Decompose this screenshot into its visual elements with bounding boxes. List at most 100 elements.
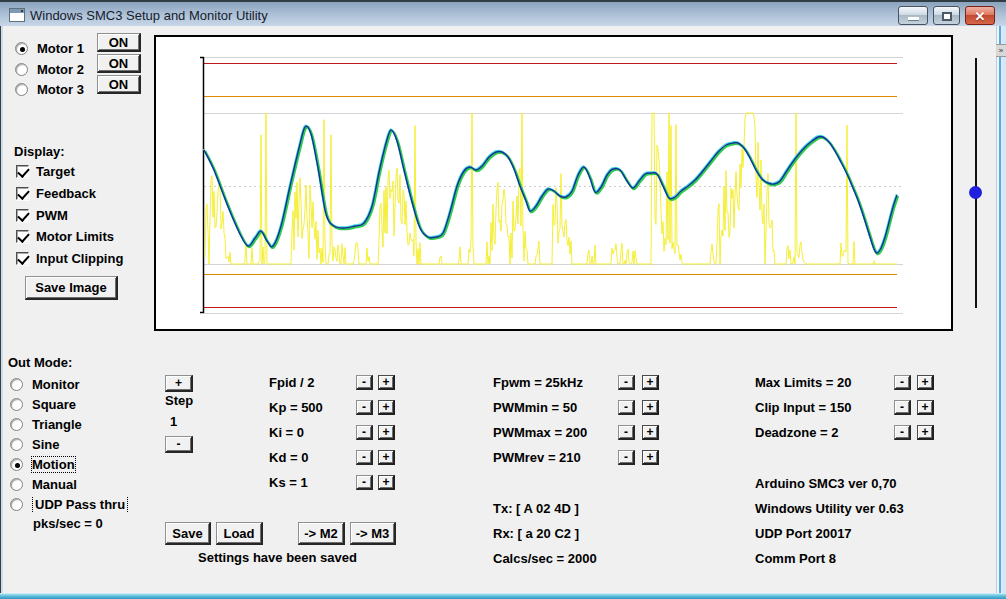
step-plus-button[interactable]: + [165,375,193,392]
pwmmax-plus-button[interactable]: + [642,425,659,440]
calcs-label: Calcs/sec = 2000 [493,552,597,566]
save-image-button[interactable]: Save Image [25,276,118,300]
motor-1-radio[interactable] [15,42,28,55]
window-border-right [996,26,1006,593]
ki-minus-button[interactable]: - [356,425,373,440]
sine-label: Sine [32,437,59,452]
pwmmin-minus-button[interactable]: - [618,400,635,415]
pks-per-sec-label: pks/sec = 0 [33,517,103,531]
pwmmax-label: PWMmax = 200 [493,426,587,440]
square-label: Square [32,397,76,412]
ki-label: Ki = 0 [269,426,304,440]
display-feedback-row[interactable]: Feedback [16,186,96,201]
fpid-label: Fpid / 2 [269,376,315,390]
maximize-icon [942,12,952,21]
feedback-checkbox[interactable] [16,187,29,200]
clip-input-minus-button[interactable]: - [894,400,911,415]
sine-radio[interactable] [10,438,23,451]
copy-to-m2-button[interactable]: -> M2 [298,522,345,545]
ks-minus-button[interactable]: - [356,475,373,490]
ks-plus-button[interactable]: + [378,475,395,490]
fpwm-plus-button[interactable]: + [642,375,659,390]
outmode-sine-row[interactable]: Sine [10,437,59,452]
motor-3-radio[interactable] [15,83,28,96]
max-limits-minus-button[interactable]: - [894,375,911,390]
outmode-udp-row[interactable]: UDP Pass thru [10,497,128,512]
display-section-label: Display: [14,145,65,159]
kp-minus-button[interactable]: - [356,400,373,415]
motor-2-radio[interactable] [15,63,28,76]
triangle-label: Triangle [32,417,82,432]
motor-limits-checkbox[interactable] [16,230,29,243]
outmode-motion-row[interactable]: Motion [10,457,75,472]
motor-3-on-button[interactable]: ON [97,75,141,94]
step-label: Step [165,394,193,408]
background-window-fragment: » [996,44,1006,57]
motor-1-radio-row[interactable]: Motor 1 [15,41,84,56]
trace-position-slider-track[interactable] [975,58,977,308]
display-pwm-row[interactable]: PWM [16,208,68,223]
trace-position-slider-thumb[interactable] [969,186,982,199]
square-radio[interactable] [10,398,23,411]
step-minus-button[interactable]: - [165,436,193,453]
pwmrev-plus-button[interactable]: + [642,450,659,465]
fpid-minus-button[interactable]: - [356,375,373,390]
monitor-radio[interactable] [10,378,23,391]
target-checkbox[interactable] [16,165,29,178]
ki-plus-button[interactable]: + [378,425,395,440]
motion-radio[interactable] [10,458,23,471]
close-icon: ✕ [966,8,994,25]
scope-traces [156,37,951,329]
pwmmin-plus-button[interactable]: + [642,400,659,415]
pwm-checkbox[interactable] [16,209,29,222]
fpwm-minus-button[interactable]: - [618,375,635,390]
minimize-button[interactable] [898,6,928,25]
fpid-plus-button[interactable]: + [378,375,395,390]
deadzone-plus-button[interactable]: + [917,425,934,440]
comm-port-label: Comm Port 8 [755,552,836,566]
deadzone-minus-button[interactable]: - [894,425,911,440]
motor-limits-checkbox-label: Motor Limits [36,229,114,244]
display-input-clipping-row[interactable]: Input Clipping [16,251,123,266]
udp-pass-thru-label: UDP Pass thru [32,497,128,512]
motor-2-radio-row[interactable]: Motor 2 [15,62,84,77]
kd-plus-button[interactable]: + [378,450,395,465]
clip-input-label: Clip Input = 150 [755,401,851,415]
windows-utility-version-label: Windows Utility ver 0.63 [755,502,904,516]
motor-1-label: Motor 1 [37,41,84,56]
minimize-icon [908,17,919,20]
close-button[interactable]: ✕ [965,6,995,25]
app-icon [9,8,25,22]
outmode-triangle-row[interactable]: Triangle [10,417,82,432]
motion-label: Motion [32,457,75,472]
copy-to-m3-button[interactable]: -> M3 [350,522,396,545]
pwmmin-label: PWMmin = 50 [493,401,577,415]
display-motor-limits-row[interactable]: Motor Limits [16,229,114,244]
kp-plus-button[interactable]: + [378,400,395,415]
triangle-radio[interactable] [10,418,23,431]
motor-2-on-button[interactable]: ON [97,54,141,73]
motor-3-radio-row[interactable]: Motor 3 [15,82,84,97]
pwmrev-minus-button[interactable]: - [618,450,635,465]
kd-minus-button[interactable]: - [356,450,373,465]
max-limits-plus-button[interactable]: + [917,375,934,390]
tx-label: Tx: [ A 02 4D ] [493,502,579,516]
outmode-manual-row[interactable]: Manual [10,477,77,492]
udp-pass-thru-radio[interactable] [10,498,23,511]
window-border-left-inner [1,26,3,593]
input-clipping-checkbox[interactable] [16,252,29,265]
clip-input-plus-button[interactable]: + [917,400,934,415]
pwmmax-minus-button[interactable]: - [618,425,635,440]
fpwm-label: Fpwm = 25kHz [493,376,583,390]
outmode-monitor-row[interactable]: Monitor [10,377,80,392]
maximize-button[interactable] [933,6,960,25]
pwm-checkbox-label: PWM [36,208,68,223]
motor-3-label: Motor 3 [37,82,84,97]
save-button[interactable]: Save [165,522,211,545]
outmode-square-row[interactable]: Square [10,397,76,412]
motor-1-on-button[interactable]: ON [97,33,141,52]
load-button[interactable]: Load [216,522,263,545]
manual-radio[interactable] [10,478,23,491]
display-target-row[interactable]: Target [16,164,75,179]
target-checkbox-label: Target [36,164,75,179]
